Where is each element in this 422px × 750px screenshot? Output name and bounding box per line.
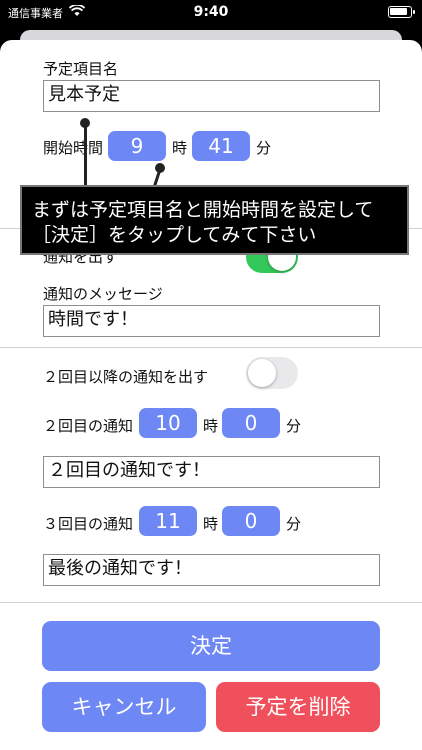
third-hour-field[interactable]: 11 xyxy=(139,506,197,536)
message-label: 通知のメッセージ xyxy=(43,285,163,303)
second-message-field[interactable]: ２回目の通知です！ xyxy=(43,456,380,488)
status-time: 9:40 xyxy=(193,4,229,20)
start-time-label: 開始時間 xyxy=(43,139,104,157)
third-minute-field[interactable]: 0 xyxy=(222,506,280,536)
cancel-button[interactable]: キャンセル xyxy=(42,682,206,732)
second-minute-field[interactable]: 0 xyxy=(222,408,280,438)
third-notify-label: ３回目の通知 xyxy=(43,515,134,533)
hour-unit-label: 時 xyxy=(203,417,219,435)
hour-unit-label: 時 xyxy=(203,515,219,533)
tooltip-pointer-dot xyxy=(155,163,165,173)
confirm-button[interactable]: 決定 xyxy=(42,621,380,671)
tooltip-pointer-dot xyxy=(80,118,90,128)
name-label: 予定項目名 xyxy=(43,60,119,78)
start-hour-field[interactable]: 9 xyxy=(108,131,166,161)
status-bar: 通信事業者 9:40 xyxy=(0,0,422,26)
start-minute-field[interactable]: 41 xyxy=(192,131,250,161)
repeat-toggle[interactable] xyxy=(246,357,298,389)
tooltip-line-1: まずは予定項目名と開始時間を設定して xyxy=(32,199,374,221)
tooltip-pointer xyxy=(84,122,87,188)
tutorial-tooltip: まずは予定項目名と開始時間を設定して ［決定］をタップしてみて下さい xyxy=(20,185,409,255)
tooltip-line-2: ［決定］をタップしてみて下さい xyxy=(32,224,317,246)
battery-icon xyxy=(388,6,415,18)
divider xyxy=(0,347,422,348)
third-message-field[interactable]: 最後の通知です！ xyxy=(43,554,380,586)
minute-unit-label: 分 xyxy=(256,139,272,157)
repeat-label: ２回目以降の通知を出す xyxy=(43,368,209,386)
delete-button[interactable]: 予定を削除 xyxy=(216,682,380,732)
second-notify-label: ２回目の通知 xyxy=(43,417,134,435)
message-field[interactable]: 時間です！ xyxy=(43,305,380,337)
minute-unit-label: 分 xyxy=(286,417,302,435)
hour-unit-label: 時 xyxy=(172,139,188,157)
second-hour-field[interactable]: 10 xyxy=(139,408,197,438)
divider xyxy=(0,602,422,603)
minute-unit-label: 分 xyxy=(286,515,302,533)
name-field[interactable]: 見本予定 xyxy=(43,80,380,112)
